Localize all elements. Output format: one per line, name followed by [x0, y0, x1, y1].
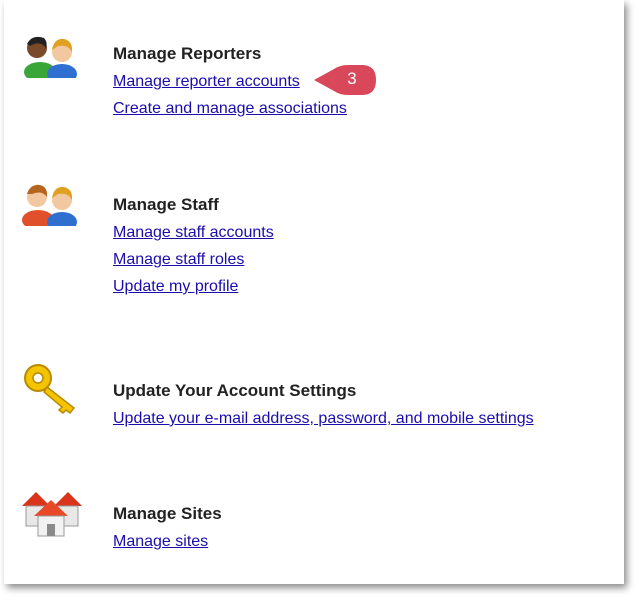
users-pair-icon	[18, 32, 80, 84]
manage-sites-link[interactable]: Manage sites	[113, 532, 222, 551]
manage-staff-section: Manage Staff Manage staff accounts Manag…	[113, 195, 274, 304]
manage-reporter-accounts-link[interactable]: Manage reporter accounts	[113, 72, 347, 91]
manage-sites-section: Manage Sites Manage sites	[113, 504, 222, 559]
update-my-profile-link[interactable]: Update my profile	[113, 277, 274, 296]
account-settings-section: Update Your Account Settings Update your…	[113, 381, 534, 436]
manage-staff-accounts-link[interactable]: Manage staff accounts	[113, 223, 274, 242]
manage-reporters-heading: Manage Reporters	[113, 44, 262, 63]
update-email-password-mobile-link[interactable]: Update your e-mail address, password, an…	[113, 409, 534, 428]
manage-sites-heading: Manage Sites	[113, 504, 222, 523]
staff-pair-icon	[18, 180, 80, 232]
account-settings-heading: Update Your Account Settings	[113, 381, 357, 400]
step-callout-number: 3	[347, 69, 357, 88]
key-icon	[22, 362, 84, 421]
manage-staff-heading: Manage Staff	[113, 195, 219, 214]
manage-reporters-section: Manage Reporters Manage reporter account…	[113, 44, 347, 126]
panel: Manage Reporters Manage reporter account…	[4, 0, 624, 584]
create-manage-associations-link[interactable]: Create and manage associations	[113, 99, 347, 118]
manage-staff-roles-link[interactable]: Manage staff roles	[113, 250, 274, 269]
houses-icon	[20, 486, 84, 543]
